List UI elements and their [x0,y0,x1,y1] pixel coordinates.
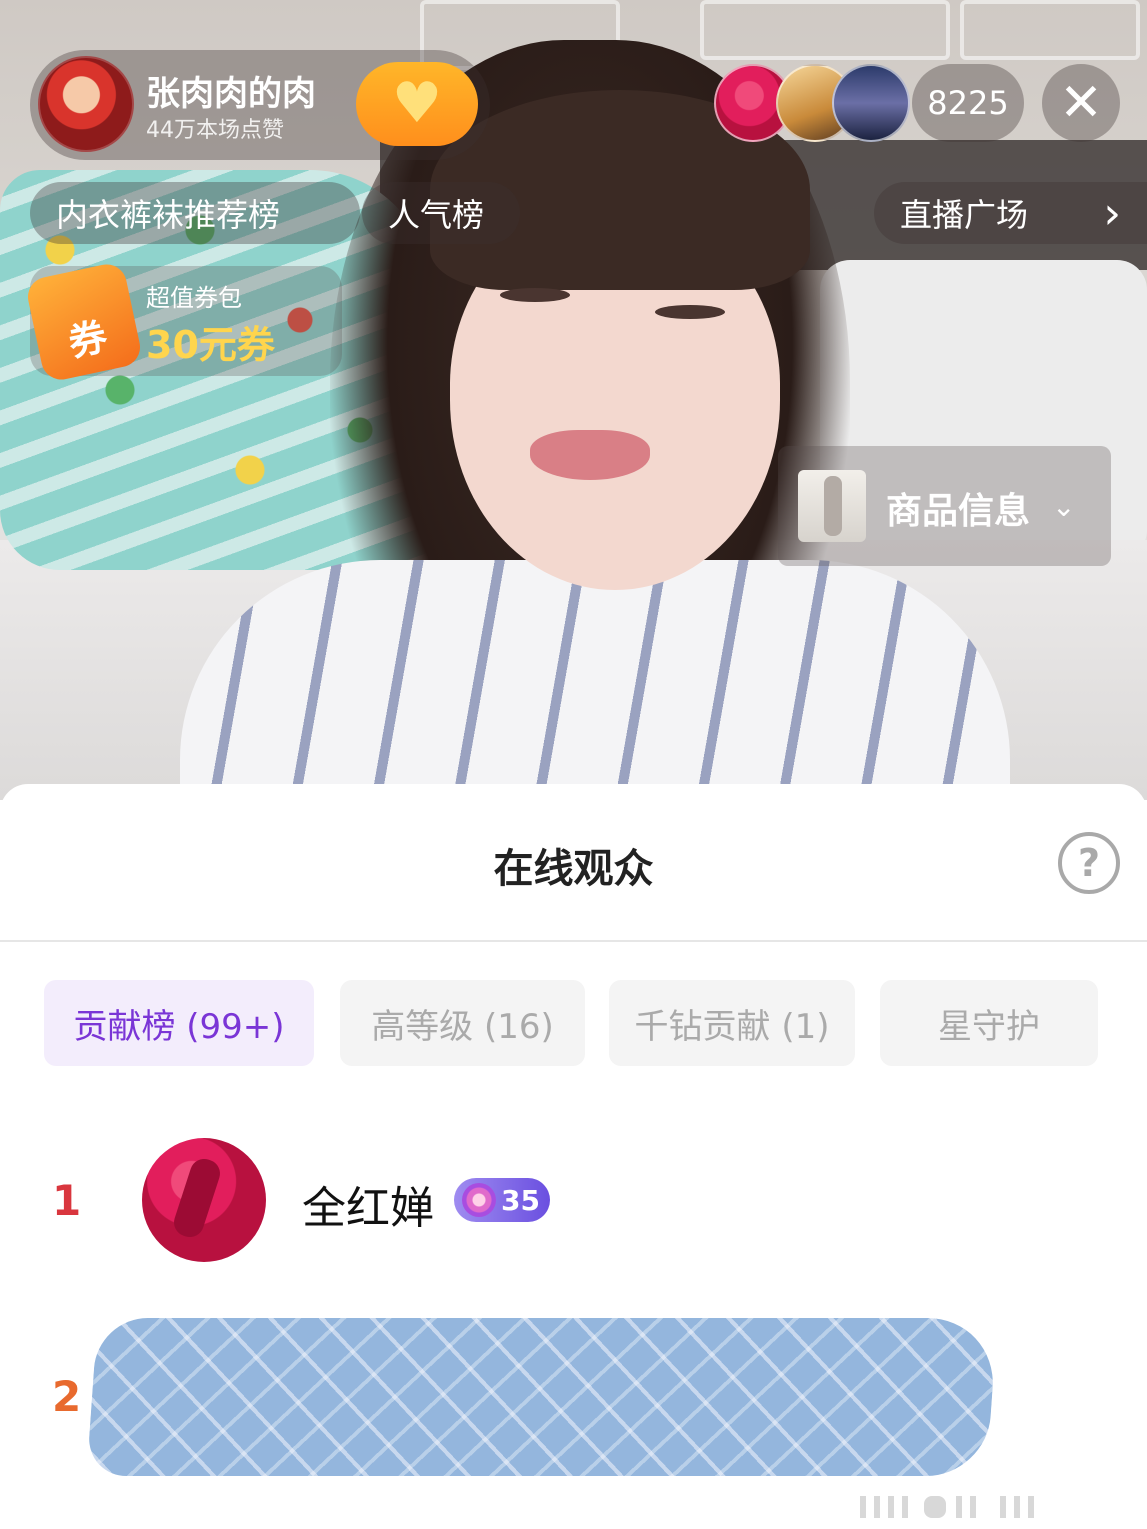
tab-contribution[interactable]: 贡献榜 (99+) [44,980,314,1066]
top-viewer-avatar[interactable] [832,64,910,142]
level-value: 35 [501,1183,540,1217]
rank-number: 2 [52,1372,82,1421]
status-bars-icon [860,1496,1034,1518]
chevron-right-icon: › [1103,187,1121,239]
streamer-eye [655,305,725,319]
streamer-mouth [530,430,650,480]
popularity-chip-label: 人气榜 [388,196,485,234]
tab-diamond-contribution[interactable]: 千钻贡献 (1) [609,980,855,1066]
sheet-title: 在线观众 [493,846,654,892]
host-avatar[interactable] [38,56,134,152]
heart-plus-icon: ♥ [391,71,443,136]
tab-star-guard[interactable]: 星守护 [880,980,1098,1066]
coupon-title: 超值券包 [146,284,242,312]
host-likes: 44万本场点赞 [146,118,284,143]
viewer-count[interactable]: 8225 [912,64,1024,142]
tab-label: 高等级 (16) [371,1006,554,1047]
host-name: 张肉肉的肉 [146,74,316,114]
live-square-label: 直播广场 [900,196,1029,234]
divider [0,940,1147,942]
avatar[interactable] [142,1138,266,1262]
popularity-chip[interactable]: 人气榜 [362,182,520,244]
wall-panel [700,0,950,60]
product-thumbnail [798,470,866,542]
tab-high-level[interactable]: 高等级 (16) [340,980,585,1066]
censored-row-overlay [86,1318,998,1476]
ranking-chip-label: 内衣裤袜推荐榜 [56,196,281,234]
live-square-chip[interactable]: 直播广场 › [874,182,1147,244]
question-icon: ? [1077,841,1101,885]
chevron-down-icon: ⌄ [1052,490,1076,523]
wall-panel [960,0,1140,60]
help-button[interactable]: ? [1058,832,1120,894]
ranking-chip[interactable]: 内衣裤袜推荐榜 [30,182,360,244]
user-name[interactable]: 全红婵 [302,1172,434,1236]
rank-number: 1 [52,1176,82,1225]
gem-icon [462,1183,496,1217]
level-badge: 35 [454,1178,550,1222]
tab-label: 千钻贡献 (1) [634,1006,830,1047]
streamer-eye [500,288,570,302]
tab-label: 贡献榜 (99+) [73,1006,285,1047]
tab-label: 星守护 [938,1006,1040,1047]
streamer-shirt [180,560,1010,800]
product-info-label: 商品信息 [886,491,1031,532]
coupon-icon-text: 券 [64,314,111,366]
close-icon: ✕ [1059,73,1103,133]
follow-button[interactable]: ♥ [356,62,478,146]
close-button[interactable]: ✕ [1042,64,1120,142]
coupon-icon: 券 [24,260,144,384]
coupon-value: 30元券 [146,323,275,367]
